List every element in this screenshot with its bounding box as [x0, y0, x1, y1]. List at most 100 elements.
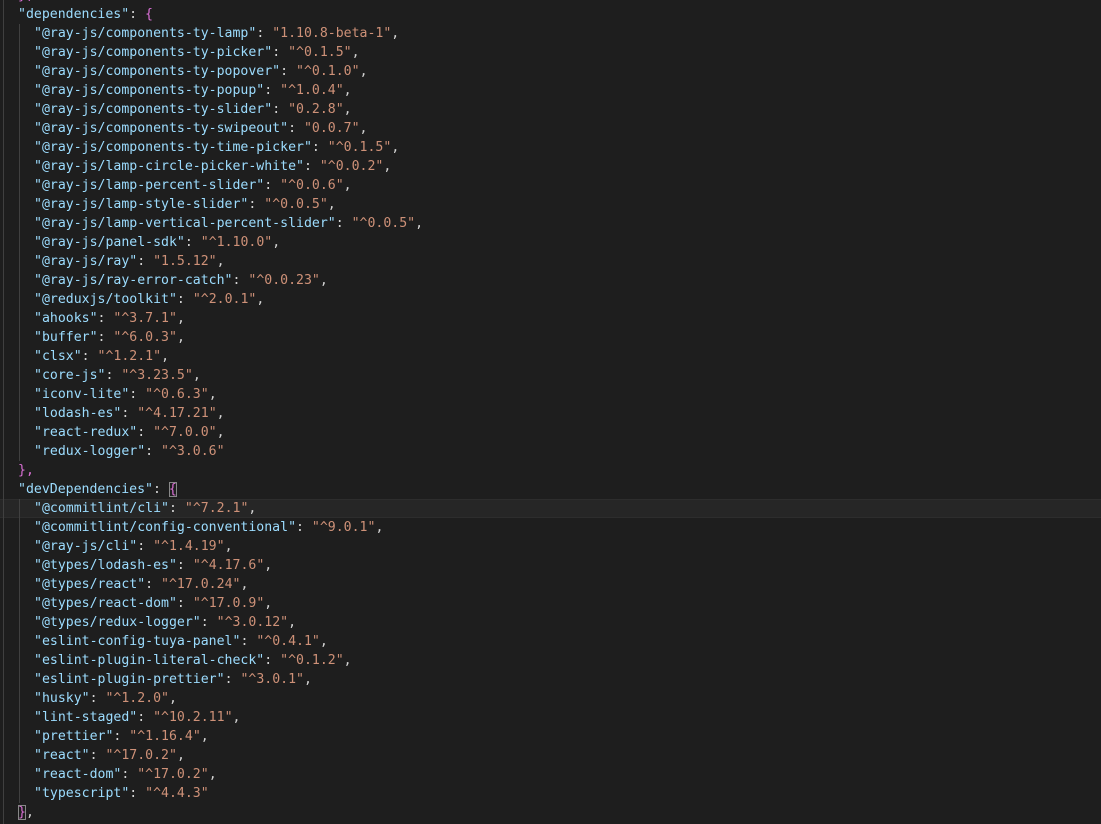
dependency-entry[interactable]: "react-dom": "^17.0.2",: [0, 765, 217, 784]
colon: :: [89, 691, 106, 706]
dependency-entry[interactable]: "redux-logger": "^3.0.6": [0, 442, 225, 461]
dependency-entry[interactable]: "iconv-lite": "^0.6.3",: [0, 385, 217, 404]
dependency-entry[interactable]: "@types/redux-logger": "^3.0.12",: [0, 613, 296, 632]
comma: ,: [415, 216, 424, 231]
dependency-version: "^0.1.5": [327, 140, 392, 155]
dependency-entry[interactable]: "ahooks": "^3.7.1",: [0, 309, 185, 328]
comma: ,: [25, 805, 34, 820]
dependency-version: "^3.0.1": [240, 672, 304, 687]
dependency-entry[interactable]: "@ray-js/lamp-circle-picker-white": "^0.…: [0, 157, 391, 176]
dependency-name: "lodash-es": [34, 406, 122, 421]
dependency-entry[interactable]: "@ray-js/components-ty-popover": "^0.1.0…: [0, 62, 368, 81]
dependency-name: "clsx": [34, 349, 82, 364]
dependency-entry[interactable]: "husky": "^1.2.0",: [0, 689, 177, 708]
dependency-name: "eslint-config-tuya-panel": [34, 634, 241, 649]
dependency-version: "^4.17.6": [192, 558, 265, 573]
comma: ,: [319, 273, 328, 288]
colon: :: [97, 330, 114, 345]
dependency-version: "^0.0.5": [264, 197, 328, 212]
dependency-entry[interactable]: "@ray-js/lamp-vertical-percent-slider": …: [0, 214, 423, 233]
dependency-name: "buffer": [34, 330, 98, 345]
dependency-name: "ahooks": [34, 311, 98, 326]
code-line-devDependencies-key[interactable]: "devDependencies": {: [0, 480, 177, 499]
comma: ,: [176, 330, 185, 345]
dependency-entry[interactable]: "eslint-plugin-prettier": "^3.0.1",: [0, 670, 312, 689]
dependency-version: "^0.1.0": [296, 64, 360, 79]
dependency-entry[interactable]: "eslint-plugin-literal-check": "^0.1.2",: [0, 651, 352, 670]
dependency-name: "@ray-js/lamp-circle-picker-white": [34, 159, 304, 174]
colon: :: [129, 786, 146, 801]
dependency-version: "^6.0.3": [113, 330, 177, 345]
code-line-dependencies-close[interactable]: },: [0, 461, 34, 480]
colon: :: [152, 482, 169, 497]
comma: ,: [343, 653, 352, 668]
dependency-version: "1.5.12": [153, 254, 217, 269]
dependency-entry[interactable]: "lodash-es": "^4.17.21",: [0, 404, 225, 423]
dependency-entry[interactable]: "@ray-js/panel-sdk": "^1.10.0",: [0, 233, 280, 252]
dependency-entry[interactable]: "react": "^17.0.2",: [0, 746, 185, 765]
dependency-entry[interactable]: "clsx": "^1.2.1",: [0, 347, 169, 366]
colon: :: [311, 140, 328, 155]
dependency-entry[interactable]: "eslint-config-tuya-panel": "^0.4.1",: [0, 632, 328, 651]
dependency-version: "^2.0.1": [192, 292, 257, 307]
dependency-entry[interactable]: "@ray-js/components-ty-time-picker": "^0…: [0, 138, 399, 157]
comma: ,: [303, 672, 312, 687]
comma: ,: [343, 83, 352, 98]
colon: :: [137, 254, 154, 269]
colon: :: [248, 197, 265, 212]
colon: :: [272, 102, 289, 117]
code-line-devDependencies-close[interactable]: },: [0, 803, 34, 822]
dependency-entry[interactable]: "@ray-js/ray": "1.5.12",: [0, 252, 225, 271]
code-line-dependencies-key[interactable]: "dependencies": {: [0, 5, 153, 24]
dependency-name: "eslint-plugin-prettier": [34, 672, 225, 687]
dependency-name: "@ray-js/components-ty-picker": [34, 45, 273, 60]
comma: ,: [240, 577, 249, 592]
dependency-entry[interactable]: "@types/react": "^17.0.24",: [0, 575, 248, 594]
dependency-name: "@types/redux-logger": [34, 615, 201, 630]
comma: ,: [161, 349, 170, 364]
dependency-entry[interactable]: "@ray-js/ray-error-catch": "^0.0.23",: [0, 271, 328, 290]
comma: ,: [264, 596, 273, 611]
dependency-version: "^3.7.1": [113, 311, 177, 326]
dependency-entry[interactable]: "@ray-js/components-ty-lamp": "1.10.8-be…: [0, 24, 399, 43]
dependency-entry[interactable]: "@ray-js/cli": "^1.4.19",: [0, 537, 233, 556]
code-editor[interactable]: },"dependencies": {"@ray-js/components-t…: [0, 0, 1101, 824]
dependency-name: "husky": [34, 691, 90, 706]
dependency-entry[interactable]: "@ray-js/components-ty-picker": "^0.1.5"…: [0, 43, 360, 62]
colon: :: [272, 45, 289, 60]
dependency-version: "0.0.7": [303, 121, 360, 136]
dependency-entry[interactable]: "@reduxjs/toolkit": "^2.0.1",: [0, 290, 264, 309]
dependency-entry[interactable]: "@ray-js/components-ty-slider": "0.2.8",: [0, 100, 352, 119]
dependency-name: "@ray-js/components-ty-popup": [34, 83, 265, 98]
comma: ,: [383, 159, 392, 174]
dependency-entry[interactable]: "@ray-js/components-ty-swipeout": "0.0.7…: [0, 119, 368, 138]
colon: :: [129, 7, 146, 22]
indent-guide: [19, 24, 20, 461]
dependency-entry[interactable]: "react-redux": "^7.0.0",: [0, 423, 225, 442]
colon: :: [137, 710, 154, 725]
dependency-entry[interactable]: "prettier": "^1.16.4",: [0, 727, 209, 746]
dependency-entry[interactable]: "core-js": "^3.23.5",: [0, 366, 201, 385]
dependency-version: "^0.4.1": [256, 634, 320, 649]
colon: :: [129, 387, 146, 402]
dependency-entry[interactable]: "@types/lodash-es": "^4.17.6",: [0, 556, 272, 575]
colon: :: [224, 672, 241, 687]
colon: :: [145, 444, 162, 459]
dependency-entry[interactable]: "buffer": "^6.0.3",: [0, 328, 185, 347]
dependency-entry[interactable]: "lint-staged": "^10.2.11",: [0, 708, 240, 727]
dependency-version: "^3.0.12": [216, 615, 289, 630]
dependency-entry[interactable]: "@ray-js/lamp-style-slider": "^0.0.5",: [0, 195, 336, 214]
comma: ,: [176, 311, 185, 326]
dependency-entry[interactable]: "@commitlint/config-conventional": "^9.0…: [0, 518, 383, 537]
comma: ,: [216, 406, 225, 421]
dependency-name: "react-redux": [34, 425, 138, 440]
colon: :: [145, 577, 162, 592]
colon: :: [303, 159, 320, 174]
dependency-version: "^1.10.0": [200, 235, 273, 250]
dependency-entry[interactable]: "@ray-js/components-ty-popup": "^1.0.4",: [0, 81, 352, 100]
colon: :: [264, 178, 281, 193]
dependency-entry[interactable]: "typescript": "^4.4.3": [0, 784, 209, 803]
dependency-entry[interactable]: "@ray-js/lamp-percent-slider": "^0.0.6",: [0, 176, 352, 195]
dependency-entry[interactable]: "@commitlint/cli": "^7.2.1",: [0, 499, 1101, 518]
dependency-entry[interactable]: "@types/react-dom": "^17.0.9",: [0, 594, 272, 613]
